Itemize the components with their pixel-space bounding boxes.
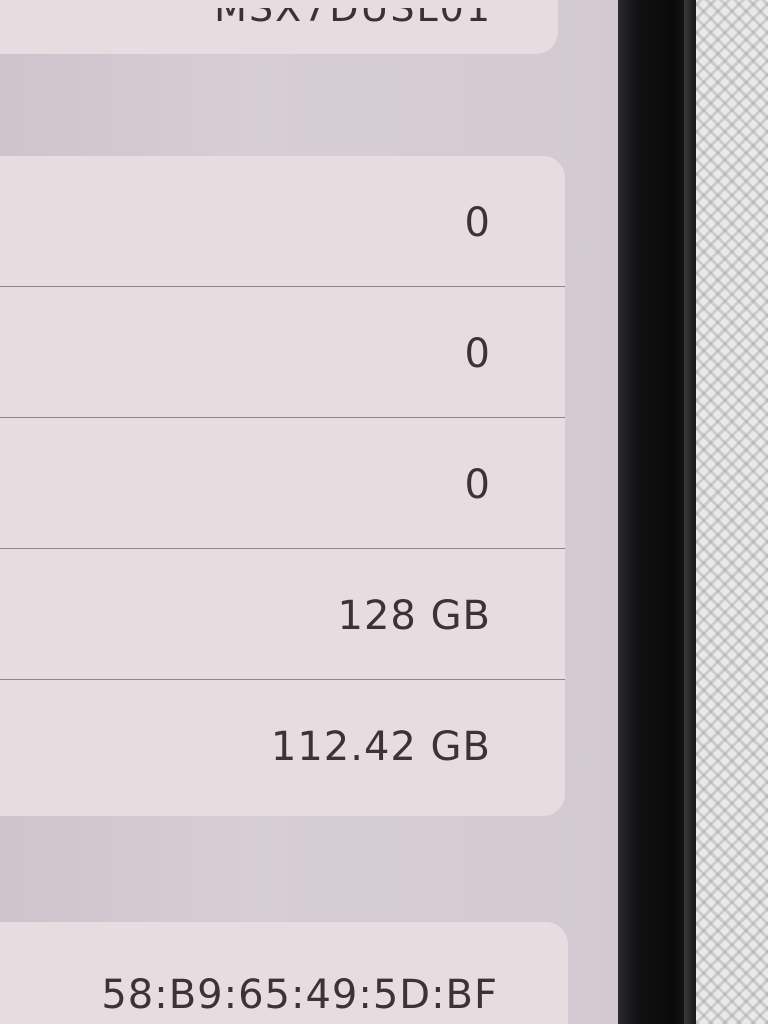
storage-info-card: 0 0 0 128 GB 112.42 GB [0, 156, 565, 816]
partial-serial-value: MSX7DUSL01 [214, 0, 492, 30]
mac-address-value: 58:B9:65:49:5D:BF [101, 972, 498, 1018]
available-value: 112.42 GB [270, 724, 491, 770]
capacity-value: 128 GB [337, 593, 491, 639]
info-row: 0 [0, 418, 565, 549]
info-row-value: 0 [464, 462, 491, 508]
top-info-card: MSX7DUSL01 [0, 0, 558, 54]
device-bezel-edge [684, 0, 694, 1024]
background-fabric [696, 0, 768, 1024]
network-info-card: 58:B9:65:49:5D:BF [0, 922, 568, 1024]
info-row-value: 0 [464, 331, 491, 377]
capacity-row: 128 GB [0, 549, 565, 680]
available-row: 112.42 GB [0, 680, 565, 811]
info-row: 0 [0, 287, 565, 418]
info-row-value: 0 [464, 200, 491, 246]
info-row: 0 [0, 156, 565, 287]
settings-screen: MSX7DUSL01 0 0 0 128 GB 112.42 GB 58:B9:… [0, 0, 628, 1024]
